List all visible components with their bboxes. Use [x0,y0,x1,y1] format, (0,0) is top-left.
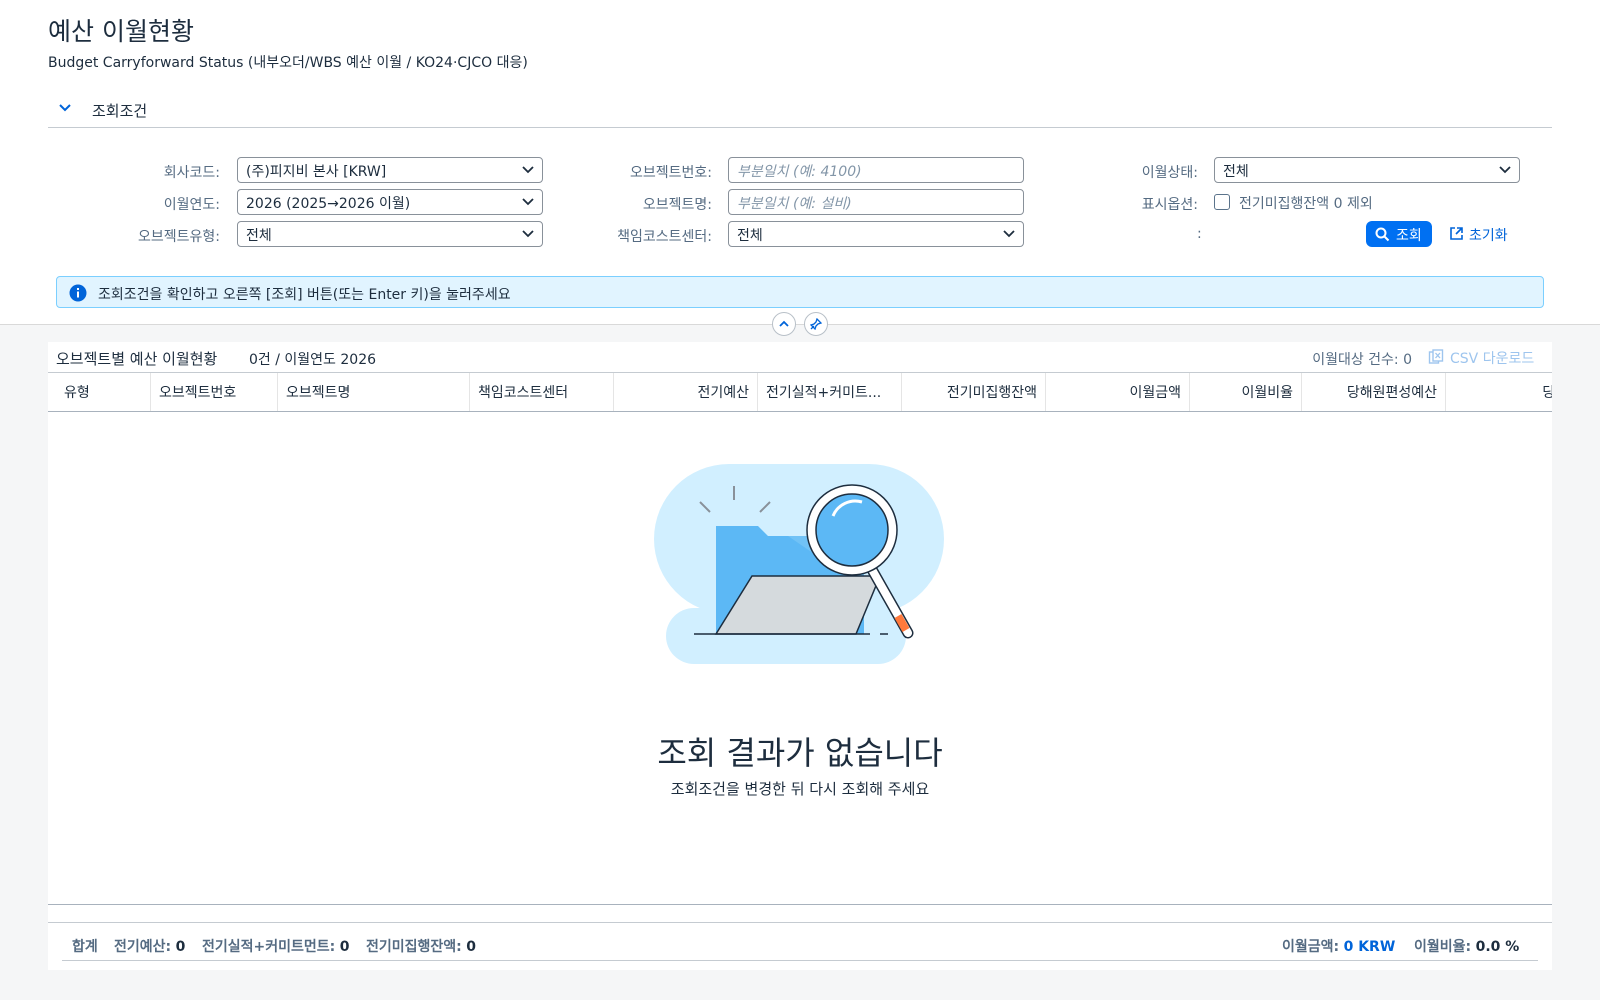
carry-ratio-label: 이월비율: [1414,939,1472,955]
col-header-carry-ratio[interactable]: 이월비율 [1190,373,1302,411]
company-label: 회사코드: [163,165,220,181]
table-count: 0건 / 이월연도 2026 [249,352,377,368]
prev-actual-label: 전기실적+커미트먼트: [202,939,336,955]
filter-section-header[interactable]: 조회조건 [48,96,1552,128]
header-area: 예산 이월현황 Budget Carryforward Status (내부오더… [0,0,1600,325]
search-icon [1375,227,1390,242]
col-header-prev-unexec[interactable]: 전기미집행잔액 [902,373,1046,411]
chevron-down-icon[interactable] [58,101,72,115]
reset-button[interactable]: 초기화 [1447,221,1519,247]
empty-state-subtitle: 조회조건을 변경한 뒤 다시 조회해 주세요 [670,780,930,798]
filter-section-label: 조회조건 [92,102,148,120]
carry-amount-label: 이월금액: [1282,939,1340,955]
chevron-down-icon [522,230,534,238]
col-header-type[interactable]: 유형 [48,373,151,411]
chevron-down-icon [522,198,534,206]
display-label: 표시옵션: [1141,197,1198,213]
col-header-prev-actual[interactable]: 전기실적+커미트... [758,373,902,411]
objtype-select[interactable]: 전체 [237,221,543,247]
page-title: 예산 이월현황 [48,17,194,46]
info-icon [69,284,87,302]
objname-label: 오브젝트명: [642,197,712,213]
chevron-down-icon [1003,230,1015,238]
totals-footer: 합계 전기예산: 0 전기실적+커미트먼트: 0 전기미집행잔액: 0 이월금액… [48,922,1552,968]
page-subtitle: Budget Carryforward Status (내부오더/WBS 예산 … [48,55,528,71]
no-data-illustration [654,464,944,664]
col-header-objname[interactable]: 오브젝트명 [278,373,470,411]
company-select[interactable]: (주)피지비 본사 [KRW] [237,157,543,183]
objno-placeholder: 부분일치 (예: 4100) [737,164,862,180]
year-select[interactable]: 2026 (2025→2026 이월) [237,189,543,215]
objno-label: 오브젝트번호: [630,165,712,181]
col-header-costcenter[interactable]: 책임코스트센터 [470,373,614,411]
carry-ratio-value: 0.0 % [1475,939,1520,955]
year-value: 2026 (2025→2026 이월) [246,196,411,212]
divider [48,904,1552,905]
col-header-objno[interactable]: 오브젝트번호 [151,373,278,411]
exclude-zero-checkbox[interactable] [1214,194,1230,210]
reset-button-label: 초기화 [1469,228,1508,244]
chevron-up-icon [779,320,789,327]
costcenter-select[interactable]: 전체 [728,221,1024,247]
exclude-zero-label[interactable]: 전기미집행잔액 0 제외 [1239,193,1373,213]
info-message-strip: 조회조건을 확인하고 오른쪽 [조회] 버튼(또는 Enter 키)을 눌러주세… [56,276,1544,308]
search-button[interactable]: 조회 [1366,221,1432,247]
costcenter-value: 전체 [737,228,763,244]
target-count: 이월대상 건수: 0 [1312,352,1412,368]
col-header-current[interactable]: 당해초 [1446,373,1552,411]
col-header-orig-budget[interactable]: 당해원편성예산 [1302,373,1446,411]
collapse-header-button[interactable] [772,312,796,336]
table-header-row: 유형 오브젝트번호 오브젝트명 책임코스트센터 전기예산 전기실적+커미트...… [48,372,1552,412]
table-title: 오브젝트별 예산 이월현황 [56,350,218,368]
excel-icon [1428,349,1444,364]
status-value: 전체 [1223,164,1249,180]
status-select[interactable]: 전체 [1214,157,1520,183]
search-button-label: 조회 [1396,228,1422,244]
year-label: 이월연도: [163,197,220,213]
prev-actual-value: 0 [339,939,350,955]
objname-input[interactable]: 부분일치 (예: 설비) [728,189,1024,215]
info-message-text: 조회조건을 확인하고 오른쪽 [조회] 버튼(또는 Enter 키)을 눌러주세… [98,287,511,303]
objtype-value: 전체 [246,228,272,244]
prev-unexec-label: 전기미집행잔액: [366,939,462,955]
prev-budget-value: 0 [175,939,186,955]
prev-budget-label: 전기예산: [114,939,172,955]
csv-download-label: CSV 다운로드 [1450,351,1535,367]
col-header-prev-budget[interactable]: 전기예산 [614,373,758,411]
costcenter-label: 책임코스트센터: [617,229,712,245]
objno-input[interactable]: 부분일치 (예: 4100) [728,157,1024,183]
reset-icon [1450,227,1463,240]
empty-state-title: 조회 결과가 없습니다 [657,734,943,772]
prev-unexec-value: 0 [466,939,476,955]
carry-amount-value: 0 KRW [1343,939,1396,955]
result-table-card: 오브젝트별 예산 이월현황 0건 / 이월연도 2026 이월대상 건수: 0 … [48,342,1552,970]
objname-placeholder: 부분일치 (예: 설비) [737,196,852,212]
chevron-down-icon [522,166,534,174]
objtype-label: 오브젝트유형: [138,229,220,245]
col-header-carry-amount[interactable]: 이월금액 [1046,373,1190,411]
pin-icon [810,318,822,330]
pin-header-button[interactable] [804,312,828,336]
chevron-down-icon [1499,166,1511,174]
status-label: 이월상태: [1141,165,1198,181]
action-label: : [1197,226,1202,242]
company-value: (주)피지비 본사 [KRW] [246,164,387,180]
total-label: 합계 [72,939,98,955]
